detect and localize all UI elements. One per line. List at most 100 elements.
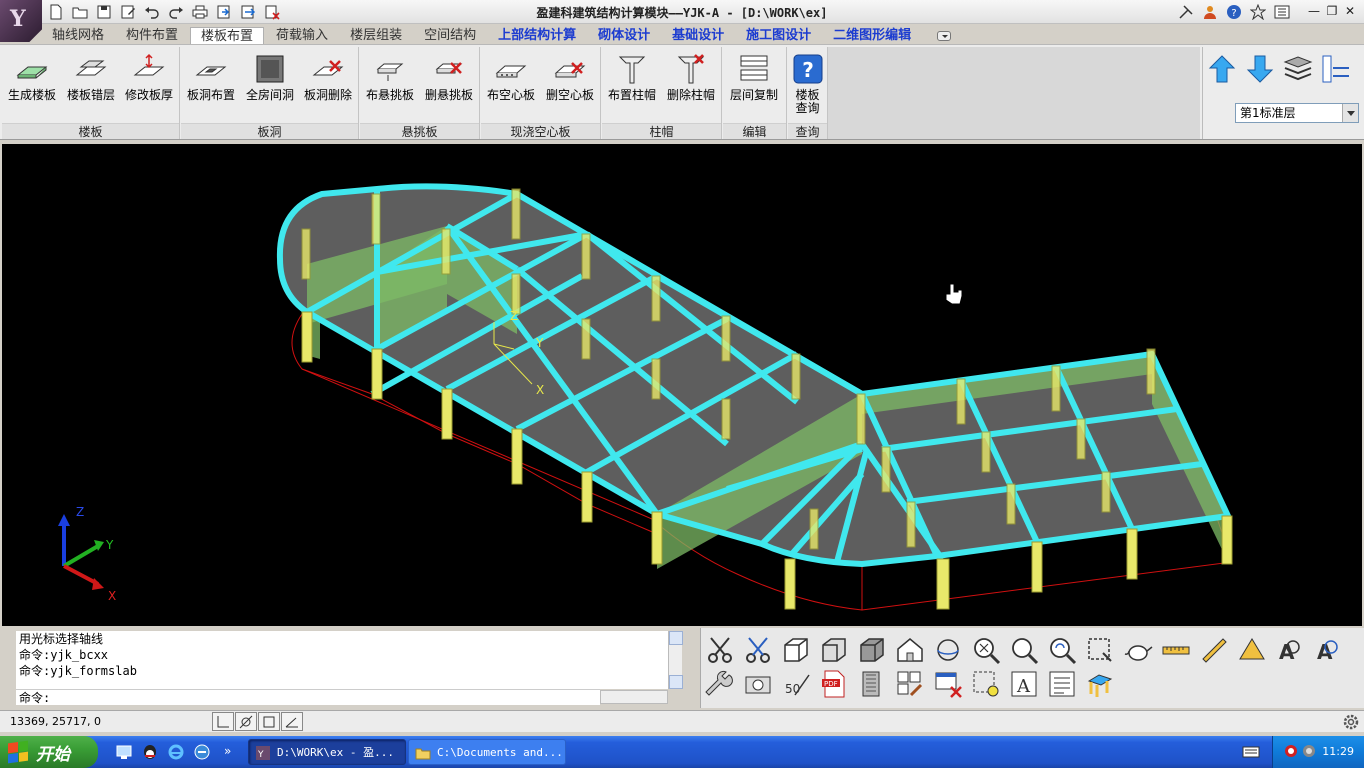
close-file-icon[interactable] [262,2,282,22]
tab-upper-calc[interactable]: 上部结构计算 [488,27,586,45]
tab-2d-edit[interactable]: 二维图形编辑 [823,27,921,45]
copy-cut-icon[interactable] [741,634,775,666]
chevron-down-icon[interactable] [1342,104,1358,122]
hole-layout-button[interactable]: 板洞布置 [181,47,241,119]
browser-icon[interactable] [192,742,212,762]
scroll-up-icon[interactable] [669,631,683,645]
measure-icon[interactable] [1159,634,1193,666]
zoom-extents-icon[interactable] [969,634,1003,666]
text-search-icon[interactable]: A [1273,634,1307,666]
dimension-icon[interactable]: 50 [779,668,813,700]
ortho-icon[interactable] [212,712,234,731]
model-3d-icon[interactable] [1083,668,1117,700]
slab-stagger-button[interactable]: 楼板错层 [62,47,120,119]
command-hscrollbar[interactable] [600,690,668,704]
view-solid-icon[interactable] [855,634,889,666]
wrench-icon[interactable] [703,668,737,700]
gear-icon[interactable] [1342,713,1360,731]
tab-load-input[interactable]: 荷载输入 [266,27,338,45]
copy-between-floors-button[interactable]: 层间复制 [723,47,785,119]
orbit-icon[interactable] [931,634,965,666]
tab-foundation[interactable]: 基础设计 [662,27,734,45]
save-icon[interactable] [94,2,114,22]
floor-select[interactable]: 第1标准层 [1235,103,1359,123]
ruler-icon[interactable] [1197,634,1231,666]
modify-thickness-button[interactable]: 修改板厚 [120,47,178,119]
taskbar-item-yjk[interactable]: Y D:\WORK\ex - 盈... [248,739,406,765]
minimize-icon[interactable]: — [1306,2,1322,20]
text-replace-icon[interactable]: A [1311,634,1345,666]
building-icon[interactable] [855,668,889,700]
ribbon-minimize-button[interactable] [937,31,952,41]
delete-column-cap-button[interactable]: 删除柱帽 [662,47,720,119]
app-logo[interactable]: Y [0,0,42,42]
view-box-icon[interactable] [779,634,813,666]
user-icon[interactable] [1200,2,1220,22]
quick-launch-more-icon[interactable]: » [224,744,231,758]
tab-slab-layout[interactable]: 楼板布置 [190,27,265,45]
tab-masonry[interactable]: 砌体设计 [588,27,660,45]
tab-member-layout[interactable]: 构件布置 [116,27,188,45]
add-hollow-slab-button[interactable]: 布空心板 [481,47,541,119]
zoom-previous-icon[interactable] [1045,634,1079,666]
new-file-icon[interactable] [46,2,66,22]
zoom-window-icon[interactable] [1083,634,1117,666]
grid-icon[interactable] [258,712,280,731]
angle-icon[interactable] [1235,634,1269,666]
snap-icon[interactable] [235,712,257,731]
cut-icon[interactable] [703,634,737,666]
help-icon[interactable]: ? [1224,2,1244,22]
tab-floor-assembly[interactable]: 楼层组装 [340,27,412,45]
tab-axis-grid[interactable]: 轴线网格 [42,27,114,45]
taskbar-item-explorer[interactable]: C:\Documents and... [408,739,566,765]
export-icon[interactable] [238,2,258,22]
start-button[interactable]: 开始 [0,736,98,768]
command-input[interactable]: 命令: [16,689,600,705]
polar-icon[interactable] [281,712,303,731]
delete-hole-button[interactable]: 板洞删除 [299,47,357,119]
zoom-icon[interactable] [1007,634,1041,666]
tab-space-structure[interactable]: 空间结构 [414,27,486,45]
show-desktop-icon[interactable] [114,742,134,762]
pdf-icon[interactable]: PDF [817,668,851,700]
save-as-icon[interactable] [118,2,138,22]
full-room-hole-button[interactable]: 全房间洞 [241,47,299,119]
slab-query-button[interactable]: ? 楼板 查询 [788,47,827,119]
single-floor-icon[interactable] [1321,53,1351,85]
list-icon[interactable] [1045,668,1079,700]
scroll-down-icon[interactable] [669,675,683,689]
teapot-icon[interactable] [1121,634,1155,666]
text-frame-icon[interactable]: A [1007,668,1041,700]
import-icon[interactable] [214,2,234,22]
select-light-icon[interactable] [969,668,1003,700]
ie-icon[interactable] [166,742,186,762]
model-viewport[interactable]: Z Y X Z Y X [2,144,1362,626]
delete-hollow-slab-button[interactable]: 删空心板 [541,47,599,119]
network-icon[interactable] [1301,743,1317,762]
restore-icon[interactable]: ❐ [1324,2,1340,20]
qq-icon[interactable] [140,742,160,762]
generate-slab-button[interactable]: 生成楼板 [2,47,62,119]
undo-icon[interactable] [142,2,162,22]
add-cantilever-button[interactable]: 布悬挑板 [360,47,420,119]
floor-up-icon[interactable] [1207,53,1237,85]
floor-down-icon[interactable] [1245,53,1275,85]
redo-icon[interactable] [166,2,186,22]
command-scrollbar[interactable] [668,631,683,689]
add-column-cap-button[interactable]: 布置柱帽 [602,47,662,119]
view-front-icon[interactable] [817,634,851,666]
panel-icon[interactable] [1272,2,1292,22]
keyboard-icon[interactable] [1242,744,1260,760]
camera-icon[interactable] [741,668,775,700]
delete-cantilever-button[interactable]: 删悬挑板 [420,47,478,119]
print-icon[interactable] [190,2,210,22]
tools-icon[interactable] [1176,2,1196,22]
house-view-icon[interactable] [893,634,927,666]
delete-window-icon[interactable] [931,668,965,700]
open-folder-icon[interactable] [70,2,90,22]
star-icon[interactable] [1248,2,1268,22]
layer-brush-icon[interactable] [893,668,927,700]
close-icon[interactable]: ✕ [1342,2,1358,20]
antivirus-icon[interactable] [1283,743,1299,762]
all-floors-icon[interactable] [1283,53,1313,85]
